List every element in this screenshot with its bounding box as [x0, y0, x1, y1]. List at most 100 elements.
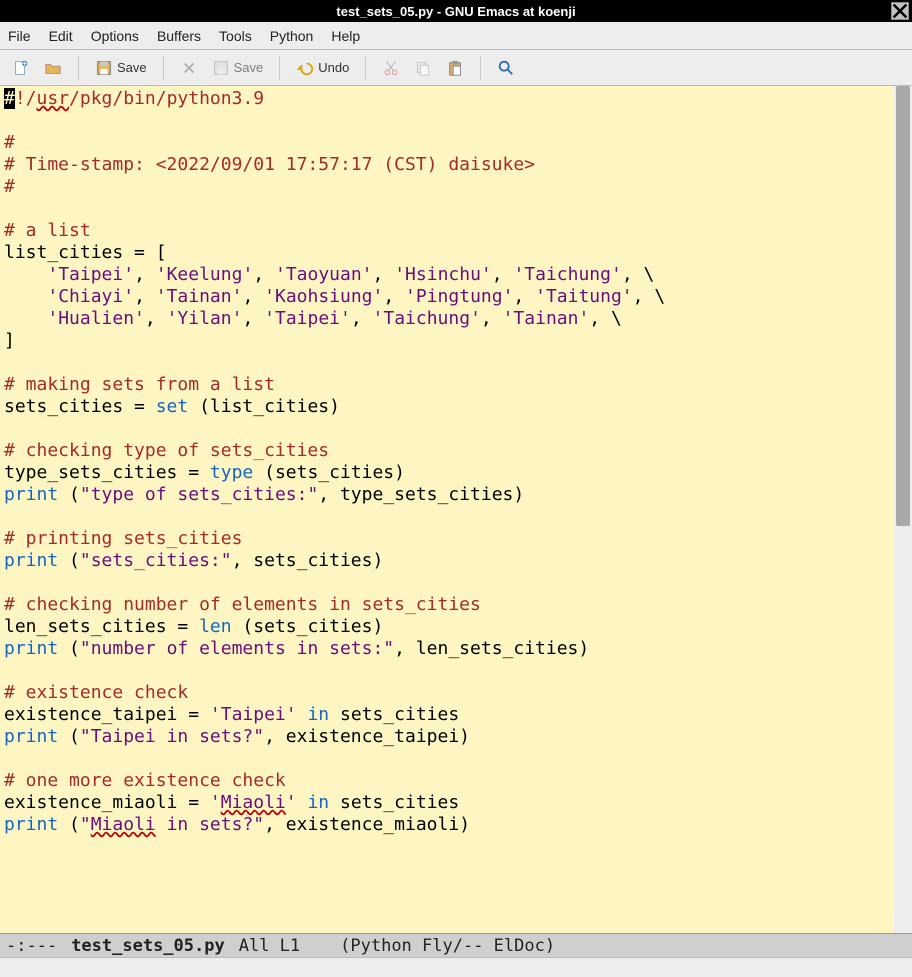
code-text: ,: [481, 308, 503, 329]
code-text: 'Taichung': [513, 264, 621, 285]
code-text: print: [4, 814, 58, 835]
code-text: type: [210, 462, 253, 483]
window-titlebar: test_sets_05.py - GNU Emacs at koenji: [0, 0, 912, 22]
save-as-button[interactable]: Save: [208, 57, 268, 79]
copy-button[interactable]: [410, 57, 436, 79]
code-text: sets_cities: [329, 792, 459, 813]
search-button[interactable]: [493, 57, 519, 79]
toolbar-separator: [78, 56, 79, 80]
code-text: /pkg/bin/python3.9: [69, 88, 264, 109]
code-text: #: [4, 132, 15, 153]
menu-edit[interactable]: Edit: [49, 28, 73, 44]
modeline-position: All L1: [239, 936, 300, 956]
save-label: Save: [117, 60, 147, 75]
cut-button[interactable]: [378, 57, 404, 79]
toolbar-separator: [365, 56, 366, 80]
code-text: ,: [383, 286, 405, 307]
menu-tools[interactable]: Tools: [219, 28, 252, 44]
code-text: ]: [4, 330, 15, 351]
code-text: (sets_cities): [253, 462, 405, 483]
code-text: [4, 286, 47, 307]
code-text: # making sets from a list: [4, 374, 275, 395]
menu-buffers[interactable]: Buffers: [157, 28, 201, 44]
paste-button[interactable]: [442, 57, 468, 79]
undo-button[interactable]: Undo: [292, 57, 353, 79]
code-text: 'Tainan': [503, 308, 590, 329]
code-text: ,: [373, 264, 395, 285]
code-text: \: [644, 264, 655, 285]
toolbar-separator: [163, 56, 164, 80]
code-text: \: [611, 308, 622, 329]
menu-options[interactable]: Options: [91, 28, 139, 44]
code-text: (: [58, 484, 80, 505]
menu-file[interactable]: File: [8, 28, 31, 44]
code-text: # Time-stamp: <2022/09/01 17:57:17 (CST)…: [4, 154, 535, 175]
code-text: 'Taichung': [373, 308, 481, 329]
code-text: len_sets_cities =: [4, 616, 199, 637]
mode-line: -:--- test_sets_05.py All L1 (Python Fly…: [0, 933, 912, 957]
toolbar: Save Save Undo: [0, 50, 912, 86]
modeline-mode: (Python Fly/-- ElDoc): [340, 936, 555, 956]
code-text: , type_sets_cities): [318, 484, 524, 505]
code-text: 'Hsinchu': [394, 264, 492, 285]
code-text: [4, 264, 47, 285]
undo-label: Undo: [318, 60, 349, 75]
code-text: ': [286, 792, 297, 813]
editor-area: #!/usr/pkg/bin/python3.9 # # Time-stamp:…: [0, 86, 912, 933]
code-text: , existence_taipei): [264, 726, 470, 747]
code-text: ,: [633, 286, 655, 307]
code-editor[interactable]: #!/usr/pkg/bin/python3.9 # # Time-stamp:…: [0, 86, 894, 933]
modeline-filename: test_sets_05.py: [71, 936, 225, 956]
code-text: , existence_miaoli): [264, 814, 470, 835]
code-text: list_cities = [: [4, 242, 167, 263]
code-text: sets_cities: [329, 704, 459, 725]
open-file-button[interactable]: [40, 57, 66, 79]
code-text: 'Hualien': [47, 308, 145, 329]
code-text: ,: [513, 286, 535, 307]
code-text: usr: [37, 88, 70, 109]
menu-help[interactable]: Help: [331, 28, 360, 44]
code-text: ,: [242, 286, 264, 307]
code-text: "sets_cities:": [80, 550, 232, 571]
close-button[interactable]: [176, 57, 202, 79]
toolbar-separator: [480, 56, 481, 80]
menu-bar: File Edit Options Buffers Tools Python H…: [0, 22, 912, 50]
code-text: ,: [622, 264, 644, 285]
code-text: print: [4, 550, 58, 571]
code-text: 'Tainan': [156, 286, 243, 307]
code-text: # one more existence check: [4, 770, 286, 791]
window-close-button[interactable]: [891, 2, 909, 20]
code-text: #: [4, 176, 15, 197]
minibuffer[interactable]: [0, 957, 912, 977]
code-text: (sets_cities): [232, 616, 384, 637]
new-file-button[interactable]: [8, 57, 34, 79]
code-text: Miaoli: [91, 814, 156, 835]
code-text: [4, 308, 47, 329]
code-text: 'Keelung': [156, 264, 254, 285]
code-text: (list_cities): [188, 396, 340, 417]
vertical-scrollbar[interactable]: [894, 86, 912, 933]
cursor: #: [4, 88, 15, 109]
save-button[interactable]: Save: [91, 57, 151, 79]
code-text: \: [654, 286, 665, 307]
code-text: , sets_cities): [232, 550, 384, 571]
code-text: 'Taipei': [47, 264, 134, 285]
code-text: (: [58, 638, 80, 659]
window-title: test_sets_05.py - GNU Emacs at koenji: [336, 4, 575, 19]
scrollbar-thumb[interactable]: [896, 86, 910, 526]
code-text: ,: [134, 286, 156, 307]
code-text: 'Taoyuan': [275, 264, 373, 285]
code-text: [297, 792, 308, 813]
code-text: 'Taitung': [535, 286, 633, 307]
code-text: 'Yilan': [167, 308, 243, 329]
code-text: # printing sets_cities: [4, 528, 242, 549]
menu-python[interactable]: Python: [270, 28, 314, 44]
code-text: set: [156, 396, 189, 417]
code-text: 'Taipei': [210, 704, 297, 725]
code-text: print: [4, 638, 58, 659]
code-text: # a list: [4, 220, 91, 241]
code-text: "number of elements in sets:": [80, 638, 394, 659]
code-text: "Taipei in sets?": [80, 726, 264, 747]
code-text: 'Pingtung': [405, 286, 513, 307]
code-text: 'Chiayi': [47, 286, 134, 307]
